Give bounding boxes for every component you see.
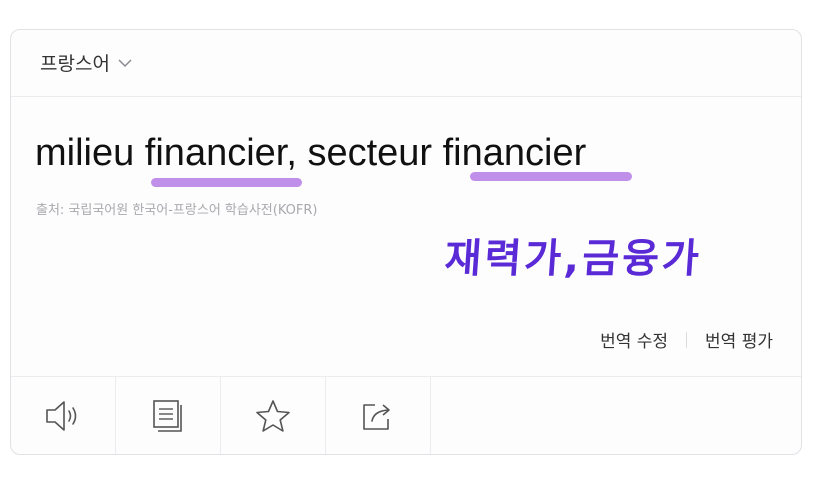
translation-card: 프랑스어 milieu financier, secteur financier…	[10, 29, 802, 455]
edit-translation-button[interactable]: 번역 수정	[600, 327, 668, 352]
language-selector[interactable]: 프랑스어	[40, 49, 132, 76]
favorite-button[interactable]	[221, 377, 326, 454]
speaker-icon	[46, 400, 77, 431]
action-toolbar	[11, 376, 801, 454]
language-label: 프랑스어	[40, 53, 110, 75]
copy-icon	[153, 399, 182, 432]
translation-text: milieu financier, secteur financier	[35, 132, 587, 174]
chevron-down-icon	[118, 59, 132, 68]
translation-actions: 번역 수정 번역 평가	[600, 327, 773, 352]
source-label: 출처: 국립국어원 한국어-프랑스어 학습사전(KOFR)	[36, 203, 318, 218]
speaker-button[interactable]	[11, 377, 116, 454]
card-header: 프랑스어	[11, 30, 801, 97]
star-icon	[256, 399, 290, 432]
divider	[686, 331, 688, 348]
handwritten-annotation: 재력가,금융가	[443, 236, 704, 282]
share-icon	[363, 403, 390, 430]
rate-translation-button[interactable]: 번역 평가	[705, 327, 773, 352]
copy-button[interactable]	[116, 377, 221, 454]
share-button[interactable]	[326, 377, 431, 454]
highlight-mark	[151, 178, 302, 187]
